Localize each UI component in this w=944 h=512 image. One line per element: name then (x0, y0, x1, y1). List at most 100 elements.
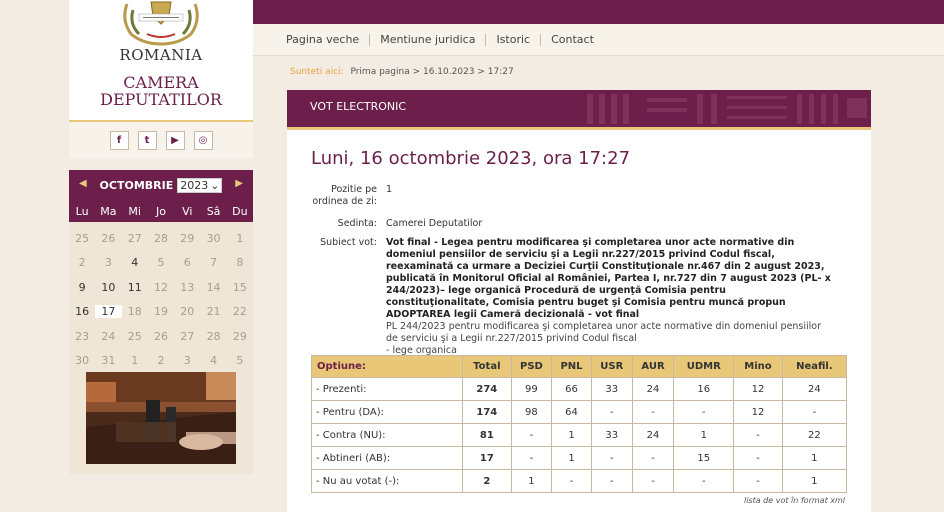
table-row: - Abtineri (AB): 17-1- -15-1 (310, 446, 848, 470)
subiect-label: Subiect vot: (320, 237, 377, 248)
breadcrumb-path[interactable]: Prima pagina > 16.10.2023 > 17:27 (350, 67, 513, 77)
calendar-day: 29 (180, 231, 195, 245)
table-cell: 66 (551, 377, 592, 401)
calendar-weekdays: Lu Ma Mi Jo Vi Sâ Du (69, 200, 253, 222)
votes-column-header: Total (462, 355, 512, 378)
calendar-day: 26 (101, 231, 116, 245)
calendar-day: 20 (180, 305, 195, 319)
facebook-icon[interactable]: f (109, 130, 129, 150)
table-cell: - (733, 469, 783, 493)
table-cell: 15 (673, 446, 735, 470)
subiect-title: Vot final - Legea pentru modificarea şi … (386, 237, 831, 320)
calendar-day[interactable]: 4 (122, 256, 148, 269)
calendar-day[interactable]: 11 (122, 281, 148, 294)
votes-column-header: USR (590, 355, 633, 378)
twitter-icon[interactable]: t (137, 130, 157, 150)
calendar-day: 18 (127, 305, 142, 319)
calendar-day: 25 (127, 329, 142, 343)
table-cell: 64 (551, 400, 592, 424)
calendar-day: 28 (206, 329, 221, 343)
site-logo[interactable]: ROMANIA CAMERA DEPUTATILOR (69, 0, 253, 120)
calendar-day: 31 (101, 354, 116, 368)
calendar-day: 5 (236, 354, 244, 368)
table-cell: - Abtineri (AB): (310, 446, 464, 470)
calendar-day: 30 (206, 231, 221, 245)
weekday-label: Sâ (206, 204, 221, 218)
calendar-day: 1 (131, 354, 139, 368)
table-cell: - Pentru (DA): (310, 400, 464, 424)
calendar-grid: 25 26 27 28 29 30 1 2 3 4 5 6 7 8 9 10 11 12 13 14 15 16 17 18 1… (69, 222, 253, 373)
coat-of-arms-icon (123, 1, 199, 46)
info-row-subiect: Subiect vot: Vot final - Legea pentru mo… (311, 237, 831, 357)
panel-title: VOT ELECTRONIC (310, 100, 407, 113)
table-cell: 274 (462, 377, 512, 401)
table-cell: 22 (781, 423, 848, 447)
breadcrumb: Sunteti aici: Prima pagina > 16.10.2023 … (290, 67, 514, 77)
pozitie-value: 1 (386, 184, 393, 195)
calendar-day: 6 (183, 256, 191, 270)
votes-column-header: Neafil. (781, 355, 848, 378)
calendar-day: 25 (75, 231, 90, 245)
nav-istoric[interactable]: Istoric (486, 33, 540, 46)
nav-pagina-veche[interactable]: Pagina veche (286, 33, 369, 46)
table-cell: - Nu au votat (-): (310, 469, 464, 493)
calendar-day: 29 (232, 329, 247, 343)
weekday-label: Mi (128, 204, 141, 218)
sedinta-value: Camerei Deputatilor (386, 218, 483, 229)
table-cell: - (590, 446, 633, 470)
table-row: - Nu au votat (-): 2 1- - - - -1 (310, 469, 848, 493)
table-row: - Pentru (DA): 174 98 64- - -12- (310, 400, 848, 424)
calendar-day[interactable]: 9 (69, 281, 95, 294)
table-cell: - (631, 400, 675, 424)
table-cell: 1 (510, 469, 553, 493)
instagram-icon[interactable]: ◎ (193, 130, 213, 150)
table-row: - Prezenti: 274 99 66 33 24 16 12 24 (310, 377, 848, 401)
year-value: 2023 (180, 178, 209, 192)
nav-mentiune-juridica[interactable]: Mentiune juridica (370, 33, 485, 46)
chamber-voting-photo (86, 372, 236, 464)
next-month-icon[interactable]: ▶ (235, 178, 243, 189)
votes-column-header: PSD (510, 355, 553, 378)
table-cell: - (510, 423, 553, 447)
youtube-icon[interactable]: ▶ (165, 130, 185, 150)
calendar-day[interactable]: 10 (95, 281, 121, 294)
table-cell: 1 (551, 423, 592, 447)
calendar-day: 23 (75, 329, 90, 343)
vote-datetime-title: Luni, 16 octombrie 2023, ora 17:27 (311, 148, 631, 169)
votes-column-header: Mino (733, 355, 783, 378)
calendar-day: 26 (153, 329, 168, 343)
nav-contact[interactable]: Contact (541, 33, 604, 46)
chevron-down-icon: ⌄ (210, 178, 220, 192)
table-cell: 17 (462, 446, 512, 470)
calendar-day: 27 (127, 231, 142, 245)
table-cell: - Contra (NU): (310, 423, 464, 447)
voting-desk-image (86, 372, 236, 464)
prev-month-icon[interactable]: ◀ (79, 178, 87, 189)
calendar-day[interactable]: 17 (95, 305, 122, 319)
table-cell: - (733, 423, 783, 447)
weekday-label: Du (232, 204, 248, 218)
table-cell: 99 (510, 377, 553, 401)
calendar-day: 14 (206, 280, 221, 294)
table-cell: - (510, 446, 553, 470)
table-cell: 24 (781, 377, 848, 401)
calendar-month: OCTOMBRIE (99, 178, 174, 192)
pozitie-label: Pozitie pe ordinea de zi: (312, 184, 377, 207)
table-cell: 16 (673, 377, 735, 401)
xml-vote-list-link[interactable]: lista de vot în format xml (744, 496, 845, 505)
calendar-day: 27 (180, 329, 195, 343)
year-select[interactable]: 2023 ⌄ (177, 177, 223, 193)
weekday-label: Vi (182, 204, 193, 218)
table-cell: - (673, 469, 735, 493)
subiect-value: Vot final - Legea pentru modificarea şi … (386, 237, 831, 357)
calendar-day: 21 (206, 305, 221, 319)
votes-column-header: Optiune: (310, 355, 464, 378)
calendar-day: 2 (78, 256, 86, 270)
logo-institution-line1: CAMERA (123, 73, 199, 92)
table-cell: 24 (631, 423, 675, 447)
subiect-description: PL 244/2023 pentru modificarea şi comple… (386, 321, 822, 344)
table-cell: 1 (673, 423, 735, 447)
calendar-day[interactable]: 16 (69, 305, 95, 318)
info-row-pozitie: Pozitie pe ordinea de zi: 1 (311, 184, 831, 218)
info-row-sedinta: Sedinta: Camerei Deputatilor (311, 218, 831, 237)
